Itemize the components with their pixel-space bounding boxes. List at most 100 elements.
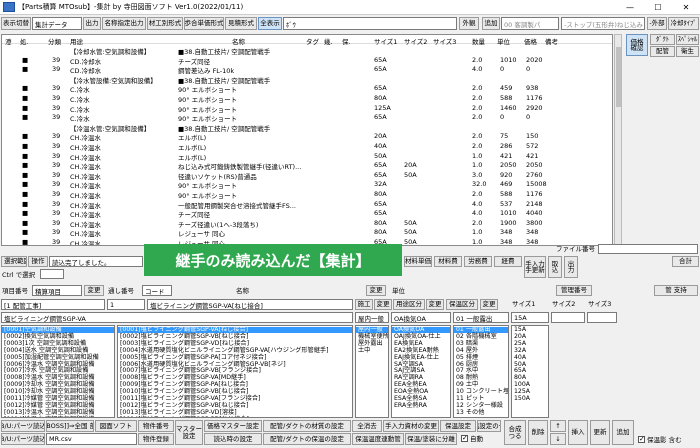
labor-cost-button[interactable]: 労務費 [464,256,492,267]
price-output-button[interactable]: 歩合単価形式 [184,17,224,30]
table-row[interactable]: ■ 39 CH.冷温水 ねじ込み式可鍛鋳鉄製管継手(径違いRT)... 65A 20A 1.… [2,160,612,171]
table-row[interactable]: ■ 39 CD.冷却水 鋼管差込み FL-10k 65A 4.0 0 0 [2,64,612,75]
change5-button[interactable]: 変更 [480,299,498,310]
list-item[interactable]: [0014]冷温水 空調空気調和設備 [4,416,95,417]
table-row[interactable]: ■ 39 CH.冷温水 チーズ径違い(1へ-3段落ち) 80A 50A 2.0 1900 380… [2,218,612,229]
duct-tab-button[interactable]: ﾀﾞｸﾄ [650,34,675,45]
keep-include-checkbox[interactable] [638,435,645,443]
list-item[interactable]: [0014]塩ビライニング鋼管SGP-PD[ねじ接合] [120,416,249,417]
master-setting-button[interactable]: マスター 設定 [175,420,203,445]
update-button[interactable]: 更新 [590,420,610,445]
parts-read2-button[interactable]: B/U:パーツ読込 [1,433,45,445]
list-item[interactable]: 13 その他 [456,409,484,416]
list-item[interactable]: 土中 [358,347,370,354]
keep-paint-split-button[interactable]: 保温/塗装に分離 [405,433,457,445]
pipe-material-list[interactable]: [0001]塩ビライニング鋼管SGP-VA[ねじ接合] [0002]塩ビライニング… [117,325,353,418]
keep-setting-button[interactable]: 保温設定 [440,420,476,432]
management-button[interactable]: 管理番号 [556,285,592,296]
table-row[interactable]: ■ 39 CH.冷温水 レジューサ 同心 80A 50A 1.0 348 348 [2,227,612,238]
table-row[interactable]: ■ 39 C.冷水 90° エルボショート 65A 2.0 459 938 [2,83,612,94]
boss-button[interactable]: E:[BOSS]]⇒全国 部品 [46,420,94,432]
table-row[interactable]: 【冷水管設備:空気調和設備】 ■38.自動工技片/ 空調配管戦手 [2,74,612,85]
table-row[interactable]: 【冷温水管:空気調和設備】 ■38.自動工技片/ 空調配管戦手 [2,122,612,133]
category-input[interactable]: 00 客調製パ [501,17,559,30]
price-check-button[interactable]: 価格 確認 [626,34,648,56]
list-item[interactable]: ERA全熱RA [394,402,427,409]
list-item[interactable]: 05 排煙 [456,354,478,361]
list-item[interactable]: 150A [514,395,530,402]
table-row[interactable]: ■ 39 CH.冷温水 チーズ同径 65A 4.0 1010 4040 [2,208,612,219]
table-row[interactable]: 【冷却水管:空気調和設備】 ■38.自動工技片/ 空調配管戦手 [2,45,612,56]
total-button[interactable]: 合計 [672,256,699,267]
place-list[interactable]: 屋内一般 機械室便所 屋外露出 土中 [355,325,389,418]
external-button[interactable]: 外観 [459,17,479,30]
code-field[interactable]: コード [142,285,172,296]
csv-file-field[interactable]: MR.csv [46,433,137,445]
select-range-button[interactable]: 1 選択範囲 [1,256,27,267]
keep-bulk-button[interactable]: 保温設定の一括 [477,420,501,432]
keep-field[interactable]: 01 一般露出 [453,312,509,323]
file-no-input[interactable] [598,244,698,254]
export-button[interactable]: 出 力 [564,256,578,278]
list-item[interactable]: EAJ換気EA-仕上 [394,354,439,361]
table-row[interactable]: ■ 39 CH.冷温水 90° エルボショート 80A 2.0 588 1176 [2,189,612,200]
change3-button[interactable]: 変更 [374,299,392,310]
keep-list[interactable]: 01 一般露出 02 各階機械室 03 暗渠 04 屋外 05 排煙 06 厨房 07 水中… [453,325,509,418]
keep-temp-button[interactable]: 保温温度連動管 [352,433,404,445]
read-setting-button[interactable]: 読込時の設定 [204,433,262,445]
keep-category-button[interactable]: 保温区分 [446,299,478,310]
minimize-button[interactable]: — [616,0,644,15]
estimate-item-field[interactable]: 積算項目 [32,285,82,296]
overhead-button[interactable]: 経費 [494,256,522,267]
special-button[interactable]: ｽﾍﾟｼｬﾙ [676,34,699,45]
close-button[interactable]: ✕ [672,0,700,15]
estimate-item-list[interactable]: [0001]空気調和設備 [0002]換気空気調和設備 [0003]1次 空調空気調… [1,325,115,418]
parts-grid[interactable]: 澄 処. 分類 用途 名称 タグ 幾. 保. サイズ1 サイズ2 サイズ3 数量… [1,34,613,246]
table-row[interactable]: ■ 39 C.冷水 90° エルボショート 65A 2.0 0 0 [2,112,612,123]
select-all-button[interactable]: 全表示 [258,17,282,30]
operation-button[interactable]: 操作 [28,256,48,267]
use-category-button[interactable]: 用途区分 [393,299,425,310]
list-item[interactable]: [0005]塩ビライニング鋼管SGP-PA[コア付ネジ接合] [120,354,267,361]
table-row[interactable]: ■ 39 CD.冷却水 チーズ同径 65A 2.0 1010 2020 [2,55,612,66]
list-item[interactable]: [0004]送水 空調空気調和設備 [4,347,88,354]
keep-pipe-setting-button[interactable]: 配管/ダクトの保温の設定 [263,433,351,445]
list-item[interactable]: 32A [514,347,526,354]
support-button[interactable]: 管 支持 [654,285,698,296]
table-row[interactable]: ■ 39 CH.冷温水 一般配管用鋼製突合せ溶接式管継手FS... 65A 4.0 537 2… [2,199,612,210]
delete-button[interactable]: 削除 [528,420,548,445]
list-item[interactable]: EA2換気EA耐熱 [394,347,439,354]
up-button[interactable]: ↑ [550,420,566,432]
size1-field[interactable]: 15A [511,312,549,323]
spec-output-button[interactable]: 見積形式 [225,17,257,30]
table-row[interactable]: ■ 39 CH.冷温水 エルボ(L) 20A 2.0 75 150 [2,131,612,142]
material-price-button[interactable]: 材料単価 [404,256,432,267]
change4-button[interactable]: 変更 [426,299,444,310]
name-output-button[interactable]: 名称指定出力 [102,17,146,30]
material-cost-button[interactable]: 材料費 [434,256,462,267]
department-field[interactable]: [1 配管工事] [1,299,105,310]
list-item[interactable]: 04 屋外 [456,347,478,354]
place-field[interactable]: 屋内一般 [355,312,389,323]
property-register-button[interactable]: 物件登録 [138,433,174,445]
stock-input[interactable]: -ストップ(五形弁)ねじ込み [561,17,645,30]
item-number-field[interactable]: 1 [107,299,145,310]
size3-field[interactable] [587,312,617,323]
drawing-soft-button[interactable]: 図面ソフト [95,420,137,432]
cold-button[interactable]: 冷却ﾀｲﾌﾟ [668,17,699,30]
pipe-name-field[interactable]: 塩ビライニング鋼管SGP-VA[ねじ接合] [147,299,353,310]
list-item[interactable]: 40A [514,354,526,361]
material-setting-button[interactable]: 配管/ダクトの材質の設定 [263,420,351,432]
combine-button[interactable]: 合成 つる [504,420,526,445]
outside-button[interactable]: -外部 [647,17,667,30]
table-row[interactable]: ■ 39 CH.冷温水 径違いソケット(RS)普通品 65A 50A 3.0 920 2760 [2,170,612,181]
parts-read-button[interactable]: B/U:パーツ読込 [1,420,45,432]
size-list[interactable]: 15A 20A 25A 32A 40A 50A 65A 80A 100A 125A 150A [511,325,549,418]
insert-button[interactable]: 挿入 [568,420,588,445]
display-switch-button[interactable]: 表示切替 [1,17,31,30]
manual-input-button[interactable]: 手入力 手更新 [524,256,546,278]
construction-button[interactable]: 施工 [355,299,373,310]
auto-checkbox[interactable] [461,434,468,442]
table-row[interactable]: ■ 39 CH.冷温水 90° エルボショート 32A 32.0 469 15008 [2,179,612,190]
piping-button[interactable]: 配管 [650,46,675,57]
